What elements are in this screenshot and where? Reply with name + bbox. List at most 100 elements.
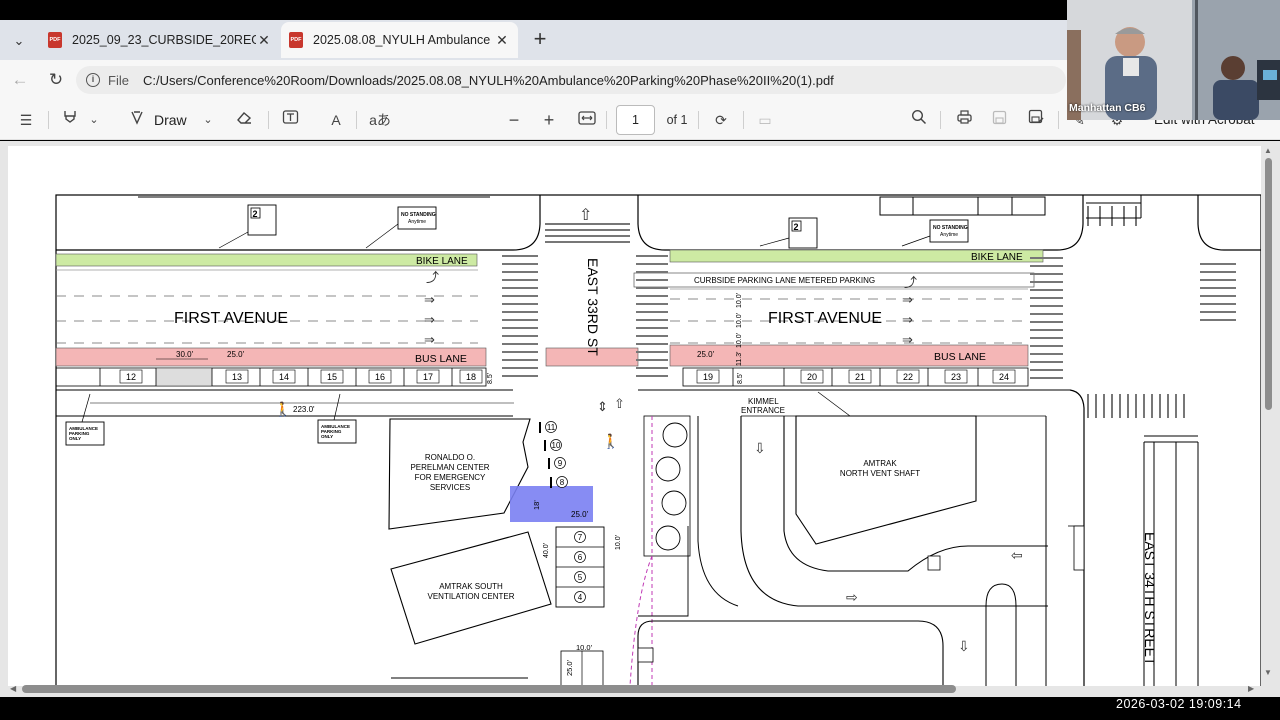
space-number: 22 bbox=[903, 372, 913, 382]
dimension-label: 25.0' bbox=[571, 510, 589, 519]
sign-text: NO STANDING bbox=[933, 225, 968, 231]
url-field[interactable]: i File C:/Users/Conference%20Room/Downlo… bbox=[76, 66, 1066, 94]
pedestrian-icon: 🚶 bbox=[274, 401, 291, 418]
bike-lane-left bbox=[55, 253, 478, 267]
space-number: 19 bbox=[703, 372, 713, 382]
svg-text:⇦: ⇦ bbox=[1011, 547, 1023, 563]
chevron-down-icon[interactable]: ⌄ bbox=[86, 108, 102, 132]
scroll-left-arrow[interactable]: ◀ bbox=[10, 684, 16, 693]
divider bbox=[356, 111, 357, 129]
space-number: 21 bbox=[855, 372, 865, 382]
dimension-label: 11.3' bbox=[736, 352, 743, 366]
pdf-page[interactable]: BIKE LANE BIKE LANE CURBSIDE PARKING LAN… bbox=[8, 146, 1261, 686]
tab-curbside[interactable]: PDF 2025_09_23_CURBSIDE_20REGULA ✕ bbox=[40, 22, 280, 58]
print-icon[interactable] bbox=[952, 108, 976, 132]
sign-text: Anytime bbox=[408, 219, 426, 225]
space-number: 20 bbox=[807, 372, 817, 382]
page-number-input[interactable]: 1 bbox=[616, 105, 655, 135]
bus-lane-label: BUS LANE bbox=[934, 351, 986, 363]
up-arrow-icon: ⇧ bbox=[614, 396, 625, 411]
dimension-label: 8.5' bbox=[737, 373, 744, 384]
translate-icon[interactable]: aあ bbox=[366, 108, 394, 132]
close-icon[interactable]: ✕ bbox=[494, 32, 510, 49]
draw-label[interactable]: Draw bbox=[154, 108, 194, 132]
divider bbox=[606, 111, 607, 129]
side-spaces: 11 10 9 8 bbox=[539, 421, 568, 488]
trees bbox=[655, 422, 688, 551]
save-icon[interactable] bbox=[988, 108, 1010, 132]
space-number: 24 bbox=[999, 372, 1009, 382]
svg-text:⇒: ⇒ bbox=[902, 292, 913, 307]
hatched-zone bbox=[156, 368, 212, 386]
svg-text:⇒: ⇒ bbox=[424, 312, 435, 327]
svg-text:⇩: ⇩ bbox=[754, 440, 766, 456]
new-tab-button[interactable]: + bbox=[526, 26, 554, 54]
file-scheme-label: File bbox=[108, 72, 129, 88]
back-arrow-icon[interactable]: ← bbox=[8, 68, 32, 92]
first-avenue-label: FIRST AVENUE bbox=[174, 310, 288, 327]
space-number: 17 bbox=[423, 372, 433, 382]
space-number: 18 bbox=[466, 372, 476, 382]
sign-text: Anytime bbox=[940, 232, 958, 238]
svg-text:⇩: ⇩ bbox=[958, 638, 970, 654]
text-box-icon[interactable] bbox=[278, 108, 302, 132]
video-feed: Manhattan CB6 bbox=[1067, 0, 1280, 120]
space-number: 23 bbox=[951, 372, 961, 382]
ambulance-parking-sign: AMBULANCE PARKING ONLY bbox=[317, 393, 357, 444]
space-number: 12 bbox=[126, 372, 136, 382]
dimension-label: 10.0' bbox=[615, 535, 622, 550]
highlight-icon[interactable] bbox=[58, 108, 82, 132]
space-number: 16 bbox=[375, 372, 385, 382]
search-icon[interactable] bbox=[908, 108, 930, 132]
building-label: SERVICES bbox=[430, 483, 470, 492]
pedestrian-icon: 🚶 bbox=[602, 433, 619, 450]
page-view-icon[interactable]: ▭ bbox=[754, 108, 776, 132]
save-as-icon[interactable] bbox=[1024, 108, 1048, 132]
building-label: FOR EMERGENCY bbox=[415, 473, 486, 482]
horizontal-scrollbar-thumb[interactable] bbox=[22, 685, 956, 693]
scroll-down-arrow[interactable]: ▼ bbox=[1264, 668, 1272, 677]
scroll-right-arrow[interactable]: ▶ bbox=[1248, 684, 1254, 693]
vertical-scrollbar-thumb[interactable] bbox=[1265, 158, 1272, 410]
space-numbers-top: 12 13 14 15 16 17 18 19 20 21 22 23 24 bbox=[119, 369, 1016, 384]
building-label: NORTH VENT SHAFT bbox=[840, 469, 920, 478]
pdf-viewer: BIKE LANE BIKE LANE CURBSIDE PARKING LAN… bbox=[0, 141, 1280, 697]
first-avenue-label: FIRST AVENUE bbox=[768, 310, 882, 327]
chevron-down-icon[interactable]: ⌄ bbox=[200, 108, 216, 132]
svg-text:⇒: ⇒ bbox=[424, 332, 435, 347]
dimension-label: 30.0' bbox=[176, 350, 194, 359]
zoom-in-icon[interactable]: + bbox=[538, 108, 560, 132]
building-label: VENTILATION CENTER bbox=[428, 592, 515, 601]
sign-hours: 2 bbox=[794, 222, 799, 232]
bike-lane-label: BIKE LANE bbox=[416, 256, 468, 267]
no-standing-sign: NO STANDING Anytime bbox=[365, 206, 437, 249]
rotate-icon[interactable]: ⟳ bbox=[710, 108, 732, 132]
dimension-label: 25.0' bbox=[697, 350, 715, 359]
divider bbox=[1058, 111, 1059, 129]
participant-label: Manhattan CB6 bbox=[1069, 102, 1146, 114]
tab-list-dropdown[interactable]: ⌄ bbox=[6, 28, 32, 54]
close-icon[interactable]: ✕ bbox=[256, 32, 272, 49]
kimmel-label: KIMMEL bbox=[748, 397, 779, 406]
divider bbox=[698, 111, 699, 129]
read-aloud-icon[interactable]: A bbox=[324, 108, 348, 132]
sign-text: ONLY bbox=[69, 436, 81, 441]
space-number: 6 bbox=[578, 553, 583, 562]
sign-text: ONLY bbox=[321, 434, 333, 439]
eraser-icon[interactable] bbox=[232, 108, 256, 132]
tab-nyulh-ambulance[interactable]: PDF 2025.08.08_NYULH Ambulance Pa ✕ bbox=[281, 22, 518, 58]
draw-icon[interactable] bbox=[126, 108, 148, 132]
contents-icon[interactable]: ☰ bbox=[14, 108, 38, 132]
refresh-icon[interactable]: ↻ bbox=[44, 68, 68, 92]
scroll-up-arrow[interactable]: ▲ bbox=[1264, 146, 1272, 155]
fit-width-icon[interactable] bbox=[576, 108, 598, 132]
address-bar: ← ↻ i File C:/Users/Conference%20Room/Do… bbox=[0, 60, 1068, 100]
no-standing-sign: NO STANDING Anytime bbox=[901, 219, 969, 247]
sign-hours: 2 bbox=[253, 209, 258, 219]
zoom-out-icon[interactable]: − bbox=[504, 108, 524, 132]
url-text[interactable]: C:/Users/Conference%20Room/Downloads/202… bbox=[143, 73, 834, 88]
divider bbox=[268, 111, 269, 129]
building-label: PERELMAN CENTER bbox=[410, 463, 489, 472]
dimension-label: 10.0' bbox=[736, 333, 743, 348]
info-icon[interactable]: i bbox=[86, 73, 100, 87]
